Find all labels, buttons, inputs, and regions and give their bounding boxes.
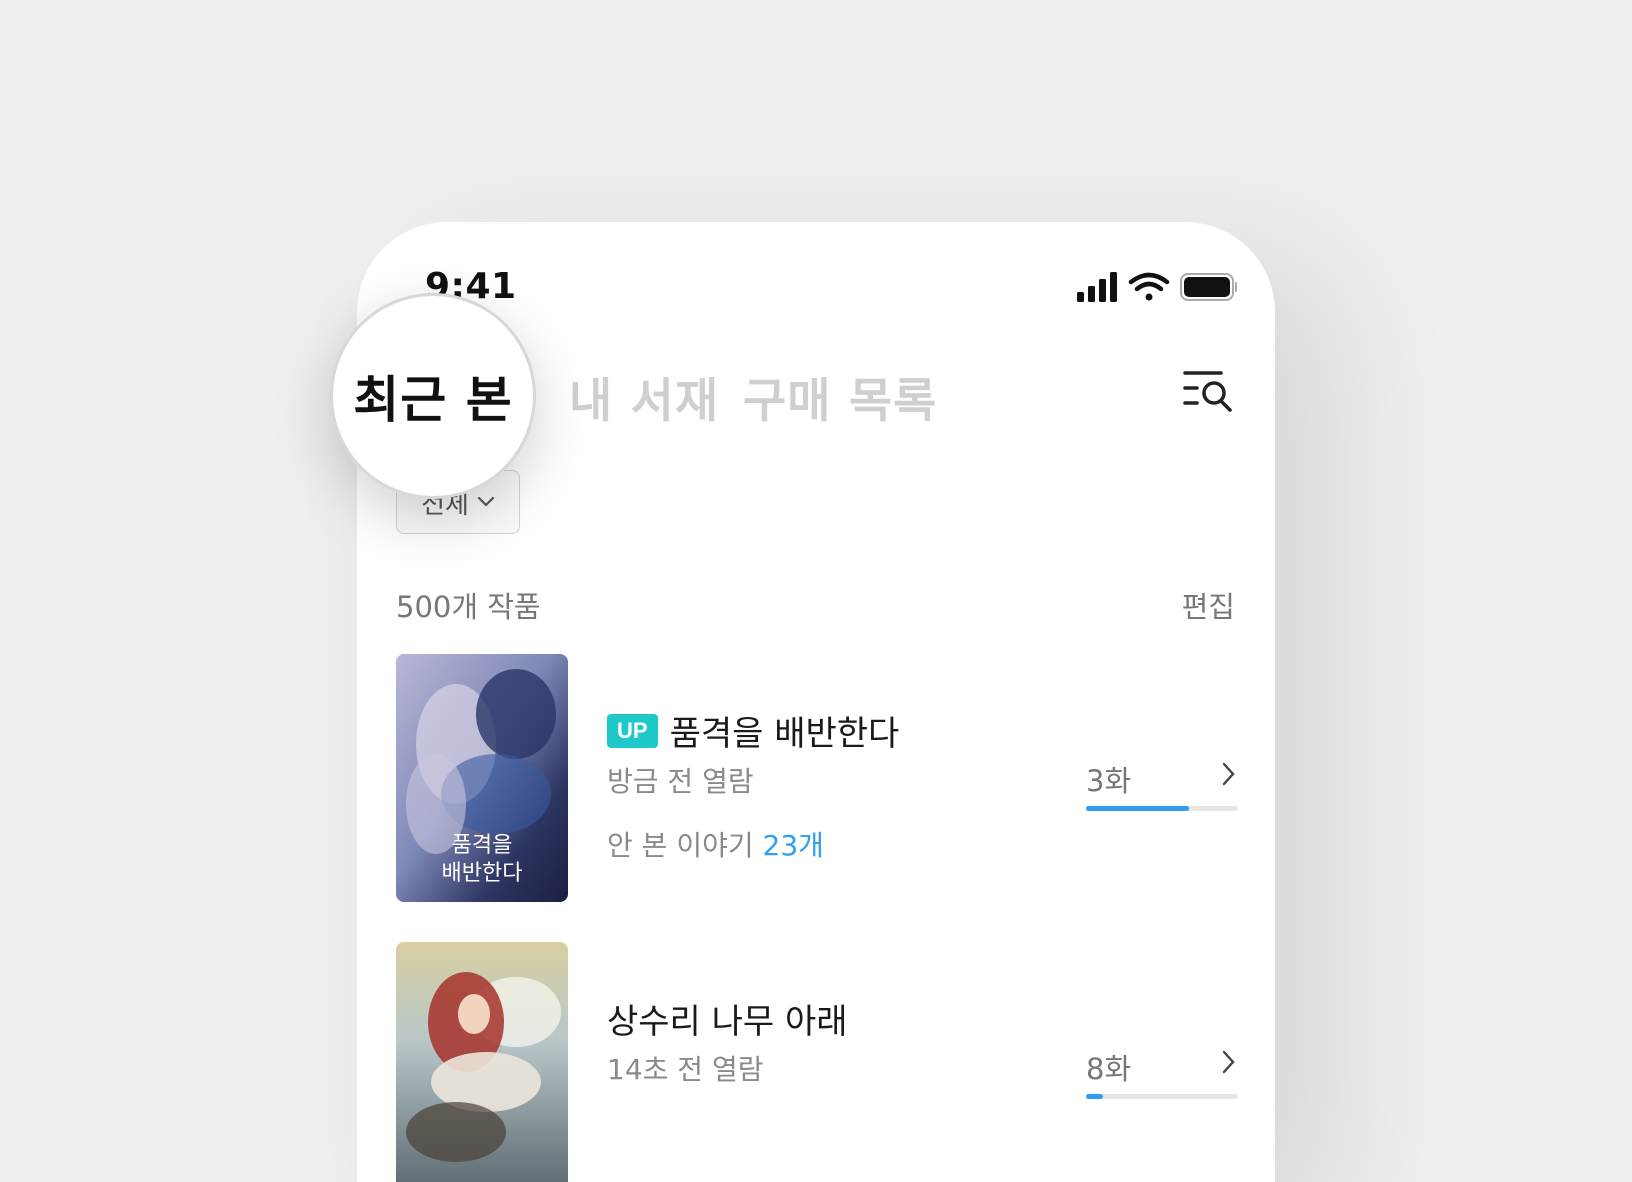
update-badge: UP (607, 713, 658, 748)
unseen-stories: 안 본 이야기 23개 (607, 824, 824, 864)
battery-icon (1180, 273, 1237, 301)
viewed-time: 방금 전 열람 (607, 765, 754, 798)
chevron-right-icon[interactable] (1218, 760, 1238, 788)
cover-title-line1: 품격을 (452, 833, 513, 858)
list-item[interactable]: 상수리 나무 아래 14초 전 열람 8화 (396, 942, 1238, 1182)
list-item[interactable]: 품격을 배반한다 UP 품격을 배반한다 방금 전 열람 안 본 이야기 23개… (396, 654, 1238, 904)
episode-number: 8화 (1086, 1052, 1132, 1086)
status-icons (1077, 272, 1237, 302)
chevron-down-icon (477, 496, 495, 507)
work-count: 500개 작품 (396, 590, 541, 624)
tab-my-library[interactable]: 내 서재 (569, 362, 719, 431)
search-list-icon[interactable] (1183, 368, 1235, 414)
cover-image (396, 942, 568, 1182)
unseen-label: 안 본 이야기 (607, 829, 754, 862)
progress-fill (1086, 1094, 1103, 1099)
edit-button[interactable]: 편집 (1182, 584, 1235, 626)
episode-number: 3화 (1086, 764, 1132, 798)
cover-title-line2: 배반한다 (442, 861, 523, 886)
chevron-right-icon[interactable] (1218, 1048, 1238, 1076)
cover-image: 품격을 배반한다 (396, 654, 568, 902)
cellular-signal-icon (1077, 272, 1117, 302)
tab-recent-highlight[interactable]: 최근 본 (330, 293, 536, 499)
progress-bar (1086, 1094, 1238, 1099)
tab-recent[interactable]: 최근 본 (353, 360, 512, 432)
wifi-icon (1128, 272, 1170, 301)
tab-purchases[interactable]: 구매 목록 (743, 362, 937, 431)
unseen-count: 23개 (762, 829, 824, 862)
item-title: 품격을 배반한다 (669, 714, 900, 754)
progress-bar (1086, 806, 1238, 811)
viewed-time: 14초 전 열람 (607, 1053, 764, 1086)
progress-fill (1086, 806, 1190, 811)
item-title: 상수리 나무 아래 (607, 1002, 848, 1042)
